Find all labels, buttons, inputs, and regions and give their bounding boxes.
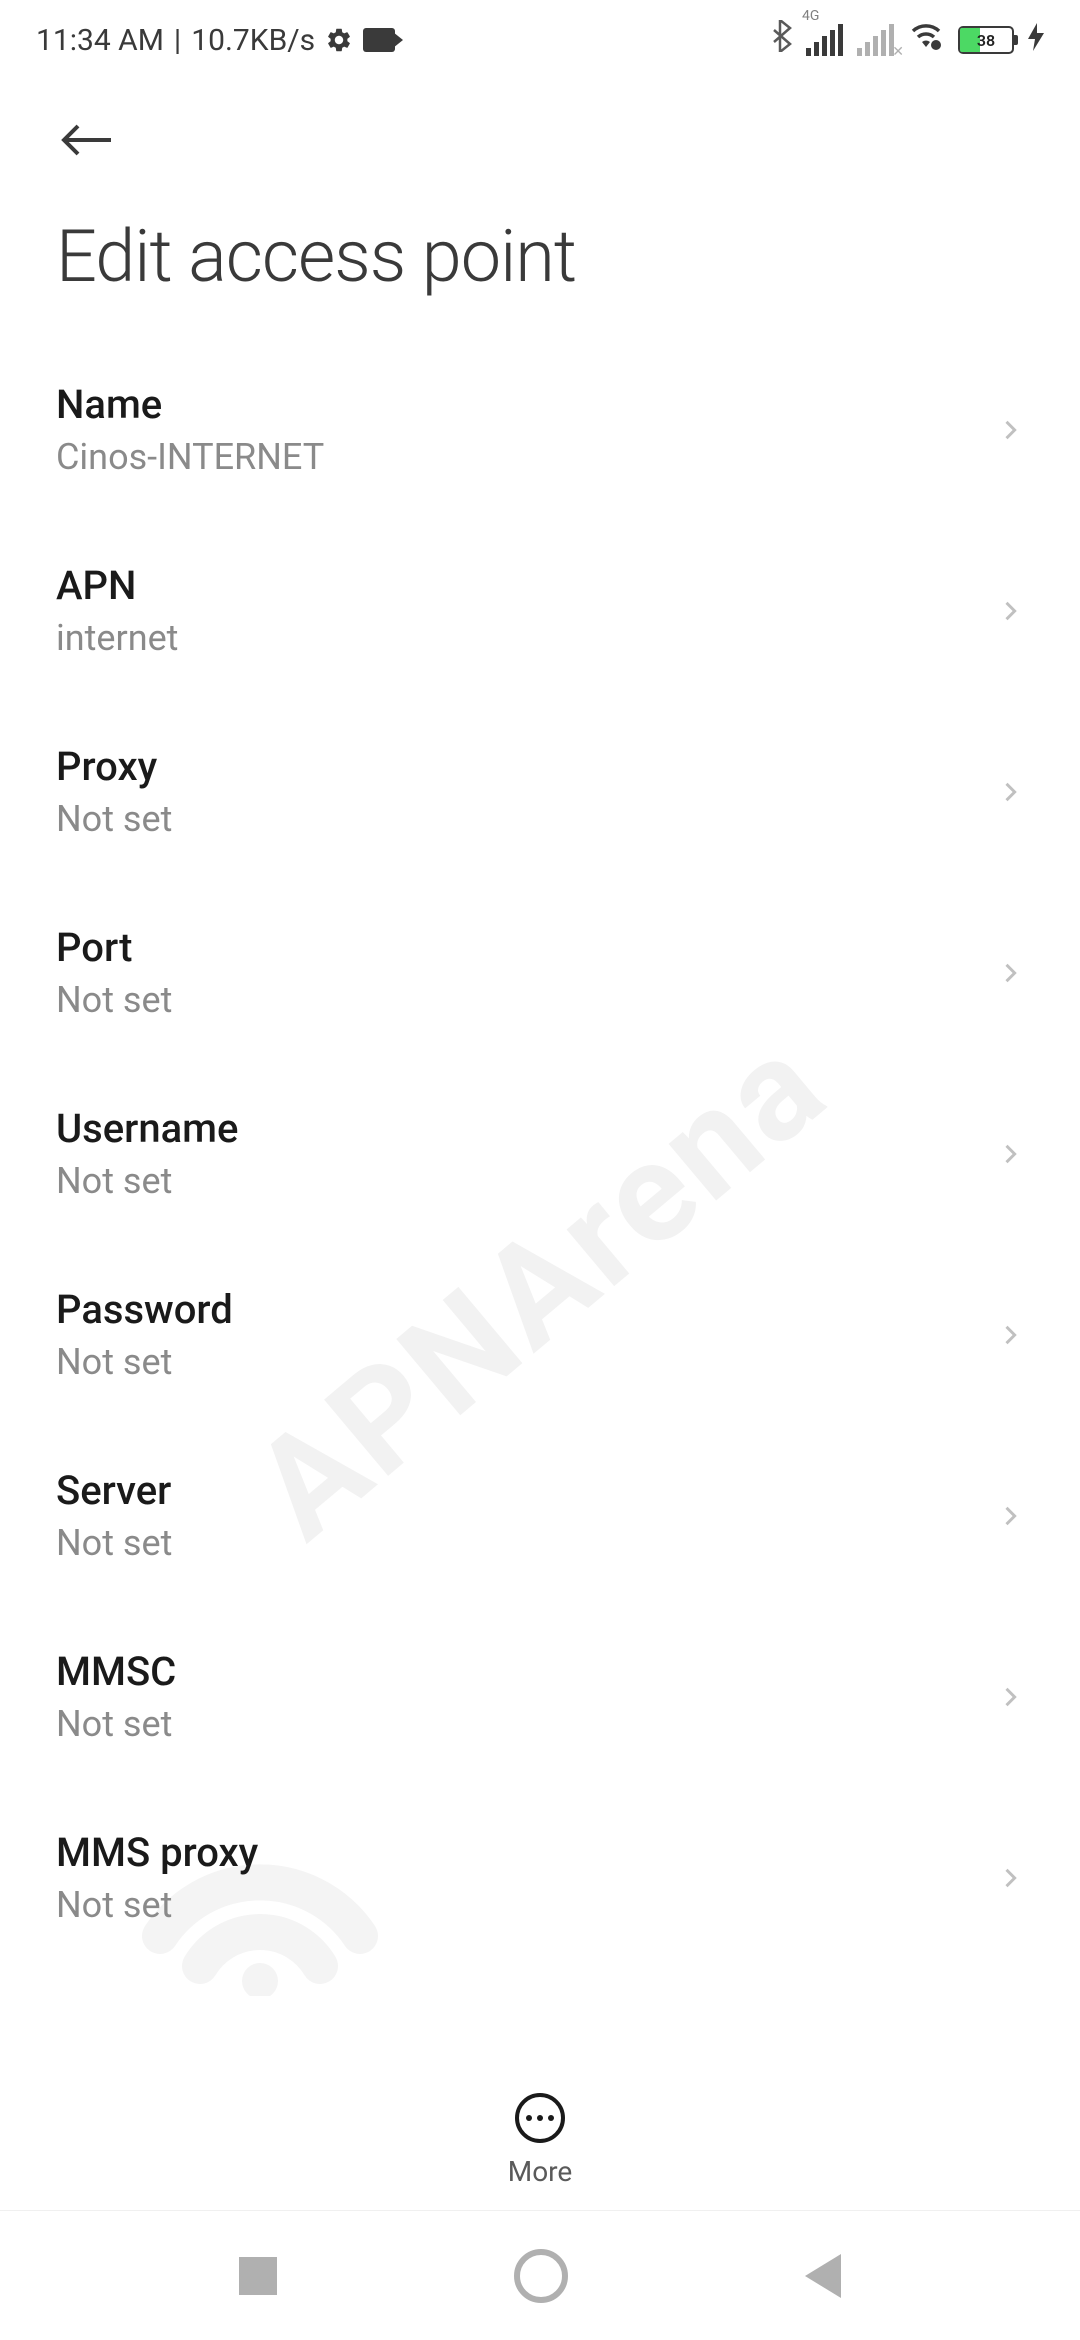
- charging-icon: [1028, 23, 1044, 57]
- setting-label: MMS proxy: [56, 1829, 996, 1876]
- setting-item-server[interactable]: Server Not set: [56, 1425, 1024, 1606]
- page-title: Edit access point: [0, 184, 1080, 339]
- setting-value: Not set: [56, 979, 996, 1021]
- setting-item-mms-proxy[interactable]: MMS proxy Not set: [56, 1787, 1024, 1968]
- chevron-right-icon: [996, 1864, 1024, 1892]
- chevron-right-icon: [996, 778, 1024, 806]
- nav-back-button[interactable]: [805, 2254, 841, 2298]
- signal-1-icon: 4G: [806, 24, 843, 56]
- battery-icon: 38: [958, 26, 1014, 54]
- setting-value: Not set: [56, 1160, 996, 1202]
- chevron-right-icon: [996, 959, 1024, 987]
- setting-item-username[interactable]: Username Not set: [56, 1063, 1024, 1244]
- setting-value: Not set: [56, 1522, 996, 1564]
- status-network-speed: 10.7KB/s: [191, 23, 315, 58]
- chevron-right-icon: [996, 597, 1024, 625]
- setting-value: Cinos-INTERNET: [56, 436, 996, 478]
- setting-value: Not set: [56, 1884, 996, 1926]
- camera-icon: [363, 28, 395, 52]
- setting-label: Proxy: [56, 743, 996, 790]
- chevron-right-icon: [996, 416, 1024, 444]
- setting-item-port[interactable]: Port Not set: [56, 882, 1024, 1063]
- setting-label: Port: [56, 924, 996, 971]
- setting-value: internet: [56, 617, 996, 659]
- setting-label: Username: [56, 1105, 996, 1152]
- more-dots-icon: [526, 2115, 532, 2121]
- chevron-right-icon: [996, 1140, 1024, 1168]
- bluetooth-icon: [768, 20, 792, 60]
- status-bar: 11:34 AM | 10.7KB/s 4G: [0, 0, 1080, 80]
- setting-value: Not set: [56, 1703, 996, 1745]
- wifi-icon: [908, 21, 944, 59]
- setting-label: Password: [56, 1286, 996, 1333]
- setting-item-proxy[interactable]: Proxy Not set: [56, 701, 1024, 882]
- back-button[interactable]: [0, 80, 1080, 184]
- status-time: 11:34 AM: [36, 23, 164, 58]
- back-arrow-icon: [56, 120, 116, 160]
- settings-list: Name Cinos-INTERNET APN internet Proxy N…: [0, 339, 1080, 1968]
- setting-item-password[interactable]: Password Not set: [56, 1244, 1024, 1425]
- nav-home-button[interactable]: [514, 2249, 568, 2303]
- setting-value: Not set: [56, 798, 996, 840]
- chevron-right-icon: [996, 1683, 1024, 1711]
- navigation-bar: [0, 2210, 1080, 2340]
- more-button[interactable]: [515, 2093, 565, 2143]
- chevron-right-icon: [996, 1321, 1024, 1349]
- nav-recents-button[interactable]: [239, 2257, 277, 2295]
- setting-label: Name: [56, 381, 996, 428]
- setting-item-name[interactable]: Name Cinos-INTERNET: [56, 339, 1024, 520]
- chevron-right-icon: [996, 1502, 1024, 1530]
- more-label: More: [508, 2155, 573, 2188]
- setting-label: MMSC: [56, 1648, 996, 1695]
- signal-2-icon: ✕: [857, 24, 894, 56]
- status-separator: |: [174, 23, 181, 58]
- setting-value: Not set: [56, 1341, 996, 1383]
- bottom-toolbar: More: [0, 2070, 1080, 2210]
- setting-item-apn[interactable]: APN internet: [56, 520, 1024, 701]
- settings-icon: [325, 26, 353, 54]
- setting-item-mmsc[interactable]: MMSC Not set: [56, 1606, 1024, 1787]
- setting-label: Server: [56, 1467, 996, 1514]
- setting-label: APN: [56, 562, 996, 609]
